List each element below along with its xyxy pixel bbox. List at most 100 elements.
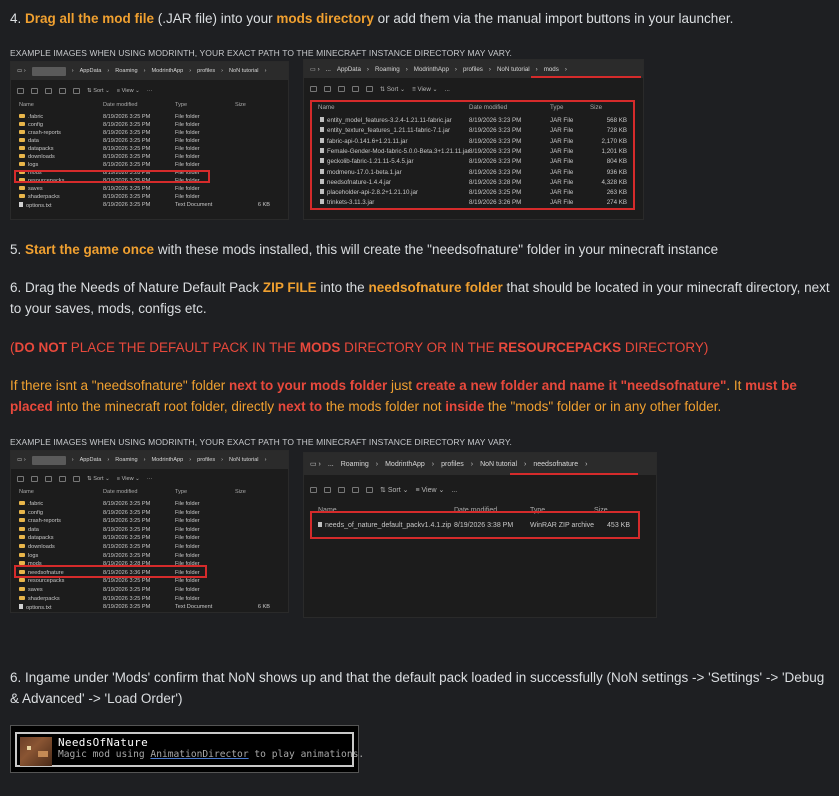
example-caption-2: EXAMPLE IMAGES WHEN USING MODRINTH, YOUR… <box>10 437 513 447</box>
folder-icon <box>19 587 25 591</box>
cell-type: File folder <box>175 587 200 593</box>
cell-date: 8/19/2026 3:25 PM <box>103 122 151 128</box>
explorer-screenshot-root: ▭ › › AppData › Roaming › ModrinthApp › pro… <box>10 61 289 220</box>
cell-date: 8/19/2026 3:25 PM <box>103 130 151 136</box>
folder-icon <box>19 578 25 583</box>
file-row[interactable]: crash-reports 8/19/2026 3:25 PM File folde… <box>11 518 288 525</box>
file-row[interactable]: crash-reports 8/19/2026 3:25 PM File folde… <box>11 130 288 137</box>
cell-name: data <box>19 526 39 534</box>
toolbar: ⇅ Sort ⌄ ≡ View ⌄ ... <box>304 485 656 495</box>
cell-date: 8/19/2026 3:25 PM <box>103 518 151 525</box>
cell-type: File folder <box>175 544 200 550</box>
cell-type: File folder <box>175 130 200 136</box>
highlight-zip-file <box>310 511 640 539</box>
highlight-mods-folder <box>14 170 210 183</box>
cell-type: File folder <box>175 138 200 144</box>
file-row[interactable]: data 8/19/2026 3:25 PM File folder <box>11 526 288 534</box>
folder-icon <box>19 130 25 134</box>
folder-icon <box>19 526 25 531</box>
warning-text: (DO NOT PLACE THE DEFAULT PACK IN THE MO… <box>10 340 709 355</box>
folder-icon <box>19 552 25 557</box>
file-row[interactable]: data 8/19/2026 3:25 PM File folder <box>11 138 288 145</box>
folder-icon <box>19 154 25 158</box>
cell-name: options.txt <box>19 604 52 612</box>
file-row[interactable]: logs 8/19/2026 3:25 PM File folder <box>11 552 288 560</box>
file-row[interactable]: config 8/19/2026 3:25 PM File folder <box>11 122 288 129</box>
explorer-screenshot-root-2: ▭ › › AppData › Roaming › ModrinthApp › pro… <box>10 450 289 613</box>
cell-date: 8/19/2026 3:25 PM <box>103 535 151 542</box>
cell-type: File folder <box>175 578 200 585</box>
toolbar: ⇅ Sort ⌄ ≡ View ⌄ ··· <box>11 87 288 95</box>
cell-type: File folder <box>175 509 200 516</box>
folder-note-text: If there isnt a "needsofnature" folder n… <box>10 378 797 414</box>
cell-type: Text Document <box>175 604 213 611</box>
example-caption: EXAMPLE IMAGES WHEN USING MODRINTH, YOUR… <box>10 48 513 58</box>
cell-name: .fabric <box>19 501 43 508</box>
file-icon <box>19 202 23 207</box>
minecraft-mod-entry-screenshot: NeedsOfNature Magic mod using AnimationD… <box>10 725 364 773</box>
cell-name: shaderpacks <box>19 194 60 201</box>
cell-type: File folder <box>175 162 200 168</box>
cell-type: File folder <box>175 535 200 542</box>
cell-name: datapacks <box>19 146 54 153</box>
cell-name: shaderpacks <box>19 595 60 603</box>
address-bar: ▭ › ... Roaming › ModrinthApp › profiles › … <box>304 453 656 475</box>
file-row[interactable]: .fabric 8/19/2026 3:25 PM File folder <box>11 114 288 121</box>
column-headers: Name Date modified Type Size <box>19 102 246 108</box>
file-row[interactable]: downloads 8/19/2026 3:25 PM File folder <box>11 544 288 551</box>
step-4-text: 4. Drag all the mod file (.JAR file) int… <box>10 11 734 26</box>
file-row[interactable]: saves 8/19/2026 3:25 PM File folder <box>11 587 288 594</box>
nav-arrows-icon: ▭ › <box>17 67 26 74</box>
path-segment: profiles <box>197 67 216 74</box>
cell-date: 8/19/2026 3:25 PM <box>103 526 151 533</box>
folder-icon <box>19 595 25 600</box>
file-row[interactable]: downloads 8/19/2026 3:25 PM File folder <box>11 154 288 161</box>
toolbar: ⇅ Sort ⌄ ≡ View ⌄ ··· <box>11 475 288 483</box>
cell-date: 8/19/2026 3:25 PM <box>103 154 151 160</box>
path-segment: ModrinthApp <box>151 67 184 74</box>
file-icon <box>19 604 23 610</box>
highlight-path-underline <box>531 76 641 78</box>
path-segment: NoN tutorial <box>229 67 259 74</box>
cell-type: File folder <box>175 146 200 152</box>
cell-type: File folder <box>175 122 200 128</box>
highlight-mod-files <box>310 100 635 210</box>
file-row[interactable]: .fabric 8/19/2026 3:25 PM File folder <box>11 501 288 508</box>
file-row[interactable]: datapacks 8/19/2026 3:25 PM File folder <box>11 146 288 153</box>
cell-name: crash-reports <box>19 518 61 525</box>
cell-date: 8/19/2026 3:25 PM <box>103 501 151 507</box>
column-headers: Name Date modified Type Size <box>19 489 246 495</box>
cell-date: 8/19/2026 3:25 PM <box>103 138 151 144</box>
cell-type: Text Document <box>175 202 213 208</box>
file-row[interactable]: options.txt 8/19/2026 3:25 PM Text Documen… <box>11 604 288 611</box>
address-bar: ▭ › › AppData › Roaming › ModrinthApp › pro… <box>11 62 288 80</box>
mod-description: Magic mod using AnimationDirector to pla… <box>58 749 365 760</box>
file-row[interactable]: shaderpacks 8/19/2026 3:25 PM File folder <box>11 595 288 603</box>
file-row[interactable]: logs 8/19/2026 3:25 PM File folder <box>11 162 288 169</box>
highlight-needsofnature-folder <box>14 565 207 578</box>
cell-name: data <box>19 138 39 145</box>
mod-name: NeedsOfNature <box>58 736 148 749</box>
cell-date: 8/19/2026 3:25 PM <box>103 578 151 585</box>
file-row[interactable]: options.txt 8/19/2026 3:25 PM Text Documen… <box>11 202 288 209</box>
cell-date: 8/19/2026 3:25 PM <box>103 146 151 152</box>
cell-date: 8/19/2026 3:25 PM <box>103 202 151 208</box>
file-row[interactable]: saves 8/19/2026 3:25 PM File folder <box>11 186 288 193</box>
folder-icon <box>19 518 25 523</box>
file-row[interactable]: resourcepacks 8/19/2026 3:25 PM File folde… <box>11 578 288 585</box>
cell-date: 8/19/2026 3:25 PM <box>103 587 151 593</box>
cell-date: 8/19/2026 3:25 PM <box>103 114 151 120</box>
mod-icon <box>20 737 52 766</box>
file-row[interactable]: config 8/19/2026 3:25 PM File folder <box>11 509 288 517</box>
nav-arrows-icon: ▭ › <box>310 460 321 468</box>
file-row[interactable]: datapacks 8/19/2026 3:25 PM File folder <box>11 535 288 542</box>
cell-name: saves <box>19 186 43 193</box>
cell-name: resourcepacks <box>19 578 64 585</box>
folder-icon <box>19 162 25 166</box>
toolbar: ⇅ Sort ⌄ ≡ View ⌄ ... <box>304 85 643 93</box>
cell-size: 6 KB <box>257 202 270 208</box>
nav-arrows-icon: ▭ › <box>17 456 26 463</box>
step-5-text: 5. Start the game once with these mods i… <box>10 242 719 257</box>
folder-icon <box>19 535 25 540</box>
file-row[interactable]: shaderpacks 8/19/2026 3:25 PM File folder <box>11 194 288 201</box>
